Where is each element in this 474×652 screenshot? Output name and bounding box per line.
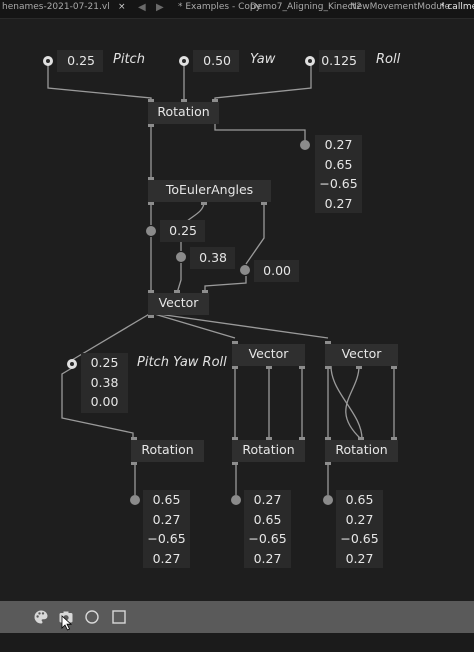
mouse-cursor-icon xyxy=(61,615,73,631)
rotation-pin-out[interactable] xyxy=(148,124,154,127)
roll-input[interactable]: 0.125 xyxy=(319,50,365,72)
rotation3-out-dot[interactable] xyxy=(323,495,333,505)
quat-io-dot[interactable] xyxy=(300,140,310,150)
euler-roll-output: 0.00 xyxy=(254,260,299,282)
euler-pitch-dot[interactable] xyxy=(146,226,156,236)
tab-henames[interactable]: henames-2021-07-21.vl xyxy=(2,2,110,12)
vector-pin-out[interactable] xyxy=(148,315,154,318)
euler-pitch-output: 0.25 xyxy=(160,220,205,242)
tab-bar: henames-2021-07-21.vl × ◀ ▶ * Examples -… xyxy=(0,0,474,19)
rotation2-node[interactable]: Rotation xyxy=(232,440,305,462)
output-value: 0.27 xyxy=(152,550,181,566)
tab-newmovementmodule[interactable]: NewMovementModule xyxy=(350,2,450,12)
rotation1-node[interactable]: Rotation xyxy=(131,440,204,462)
vector-display-value: 0.00 xyxy=(90,394,119,409)
close-tab-icon[interactable]: × xyxy=(118,2,126,12)
vector2-pin-out[interactable] xyxy=(266,366,272,369)
to-euler-angles-node[interactable]: ToEulerAngles xyxy=(148,180,271,202)
rotation3-output-display: 0.65 0.27 −0.65 0.27 xyxy=(336,490,383,568)
tab-demo7[interactable]: Demo7_Aligning_Kinect2 xyxy=(250,2,362,12)
patch-canvas[interactable]: 0.25 Pitch 0.50 Yaw 0.125 Roll Rotation … xyxy=(0,18,474,600)
yaw-radio-icon[interactable] xyxy=(179,56,189,66)
output-value: 0.27 xyxy=(345,550,374,566)
vector2-pin-out[interactable] xyxy=(232,366,238,369)
wire-vector-to-vector3 xyxy=(150,312,329,339)
vector3-node[interactable]: Vector xyxy=(325,344,398,366)
wire-euler-roll xyxy=(245,202,265,265)
output-value: 0.27 xyxy=(253,550,282,566)
quat-output-display: 0.27 0.65 −0.65 0.27 xyxy=(315,135,362,213)
output-value: 0.65 xyxy=(253,511,282,527)
yaw-label: Yaw xyxy=(250,52,276,67)
pitch-input[interactable]: 0.25 xyxy=(57,50,103,72)
wire-v3-y xyxy=(345,365,362,440)
tab-callme[interactable]: * callme xyxy=(440,2,474,12)
to-euler-pin-out[interactable] xyxy=(201,202,207,205)
wires-layer xyxy=(47,60,395,495)
rotation1-pin-out[interactable] xyxy=(131,462,137,465)
pitch-yaw-roll-label: Pitch Yaw Roll xyxy=(137,355,227,370)
vector2-pin-out[interactable] xyxy=(299,366,305,369)
pitch-label: Pitch xyxy=(113,52,145,67)
rotation2-output-display: 0.27 0.65 −0.65 0.27 xyxy=(244,490,291,568)
rotation2-out-dot[interactable] xyxy=(231,495,241,505)
vector3-pin-out[interactable] xyxy=(391,366,397,369)
wire-rotation-to-quat xyxy=(214,124,306,141)
pitch-radio-icon[interactable] xyxy=(43,56,53,66)
palette-icon[interactable] xyxy=(33,609,49,625)
vector3-pin-out[interactable] xyxy=(356,366,362,369)
rotation1-out-dot[interactable] xyxy=(130,495,140,505)
output-value: −0.65 xyxy=(248,531,287,546)
vector-display-value: 0.25 xyxy=(90,355,119,370)
to-euler-pin-out[interactable] xyxy=(261,202,267,205)
to-euler-pin-out[interactable] xyxy=(148,202,154,205)
output-value: 0.27 xyxy=(345,511,374,527)
vector-node[interactable]: Vector xyxy=(148,293,209,315)
back-arrow-icon[interactable]: ◀ xyxy=(138,2,146,13)
output-value: 0.65 xyxy=(345,492,374,507)
quat-value: 0.65 xyxy=(324,156,353,172)
vector-display: 0.25 0.38 0.00 xyxy=(81,353,128,413)
roll-label: Roll xyxy=(376,52,401,67)
rotation2-pin-out[interactable] xyxy=(232,462,238,465)
vector-display-radio-icon[interactable] xyxy=(67,359,77,369)
output-value: −0.65 xyxy=(147,531,186,546)
rotation1-output-display: 0.65 0.27 −0.65 0.27 xyxy=(143,490,190,568)
forward-arrow-icon[interactable]: ▶ xyxy=(156,2,164,13)
output-value: −0.65 xyxy=(340,531,379,546)
output-value: 0.27 xyxy=(152,511,181,527)
wire-yaw-to-vector xyxy=(176,263,182,294)
rotation3-node[interactable]: Rotation xyxy=(325,440,398,462)
euler-yaw-dot[interactable] xyxy=(176,252,186,262)
rotation-node[interactable]: Rotation xyxy=(148,102,219,124)
euler-yaw-output: 0.38 xyxy=(190,247,235,269)
tab-examples-copy[interactable]: * Examples - Copy xyxy=(178,2,261,12)
vector3-pin-out[interactable] xyxy=(325,366,331,369)
vector-display-value: 0.38 xyxy=(90,374,119,390)
vector2-node[interactable]: Vector xyxy=(232,344,305,366)
output-value: 0.27 xyxy=(253,492,282,507)
quat-value: 0.27 xyxy=(324,137,353,152)
quat-value: −0.65 xyxy=(319,176,358,191)
wire-vector-to-vector2 xyxy=(150,312,236,339)
yaw-input[interactable]: 0.50 xyxy=(193,50,239,72)
wire-roll-to-vector xyxy=(204,276,247,293)
quat-value: 0.27 xyxy=(324,195,353,211)
bottom-toolbar xyxy=(0,601,474,633)
roll-radio-icon[interactable] xyxy=(305,56,315,66)
rotation3-pin-out[interactable] xyxy=(325,462,331,465)
bottom-strip xyxy=(0,633,474,652)
circle-icon[interactable] xyxy=(84,609,100,625)
square-icon[interactable] xyxy=(111,609,127,625)
output-value: 0.65 xyxy=(152,492,181,507)
euler-roll-dot[interactable] xyxy=(240,265,250,275)
